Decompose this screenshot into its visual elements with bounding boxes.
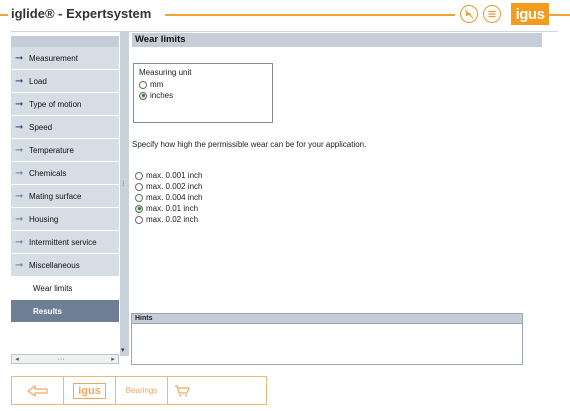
sidebar-item-label: Wear limits	[33, 283, 73, 293]
wear-prompt: Specify how high the permissible wear ca…	[132, 140, 367, 149]
bearings-label: Bearings	[125, 386, 158, 395]
list-icon[interactable]	[483, 5, 501, 23]
sidebar-item-chemicals[interactable]: ➞ Chemicals	[11, 162, 119, 185]
radio-button[interactable]	[135, 215, 143, 224]
header-rule	[165, 14, 455, 16]
wear-option[interactable]: max. 0.004 inch	[135, 192, 202, 203]
arrow-right-icon: ➞	[15, 236, 24, 248]
hints-panel: Hints	[131, 313, 523, 365]
bearings-button[interactable]: Bearings	[116, 377, 168, 404]
sidebar-item-load[interactable]: ➞ Load	[11, 70, 119, 93]
sidebar-item-label: Type of motion	[29, 99, 82, 109]
cart-button[interactable]	[168, 377, 196, 404]
sidebar-item-label: Intermittent service	[29, 237, 97, 247]
play-icon[interactable]	[460, 5, 478, 23]
header-rule	[0, 14, 8, 16]
igus-logo: igus	[511, 3, 549, 25]
sidebar-item-miscellaneous[interactable]: ➞ Miscellaneous	[11, 254, 119, 277]
sidebar-item-wear-limits[interactable]: Wear limits	[11, 277, 119, 300]
arrow-right-icon: ➞	[15, 213, 24, 225]
pane-splitter[interactable]: ⁝ ▾	[120, 31, 129, 356]
scroll-left-icon[interactable]: ◂	[12, 355, 22, 363]
radio-label: max. 0.002 inch	[146, 182, 203, 191]
radio-button[interactable]	[135, 171, 143, 180]
arrow-right-icon: ➞	[15, 167, 24, 179]
sidebar-item-measurement[interactable]: ➞ Measurement	[11, 47, 119, 70]
radio-label: max. 0.004 inch	[146, 193, 203, 202]
header-rule	[549, 14, 570, 16]
page-title: Wear limits	[132, 33, 542, 47]
sidebar-item-label: Results	[33, 306, 62, 316]
arrow-right-icon: ➞	[15, 190, 24, 202]
cart-icon	[175, 384, 190, 396]
radio-button[interactable]	[139, 91, 147, 100]
wear-option[interactable]: max. 0.001 inch	[135, 170, 202, 181]
sidebar-item-label: Measurement	[29, 53, 78, 63]
igus-home-button[interactable]: igus	[64, 377, 116, 404]
arrow-right-icon: ➞	[15, 259, 24, 271]
radio-label: inches	[150, 91, 174, 100]
app-title: iglide® - Expertsystem	[11, 6, 152, 21]
arrow-right-icon: ➞	[15, 98, 24, 110]
sidebar-item-type-of-motion[interactable]: ➞ Type of motion	[11, 93, 119, 116]
radio-label: mm	[150, 80, 164, 89]
sidebar-header	[11, 36, 119, 47]
sidebar-item-results[interactable]: Results	[11, 300, 119, 323]
radio-label: max. 0.001 inch	[146, 171, 203, 180]
sidebar-item-label: Miscellaneous	[29, 260, 80, 270]
measuring-unit-group: Measuring unit mm inches	[133, 63, 273, 123]
sidebar-item-label: Chemicals	[29, 168, 67, 178]
scroll-thumb-grip-icon[interactable]: ···	[56, 355, 66, 363]
back-arrow-icon	[26, 384, 48, 397]
unit-option-inches[interactable]: inches	[139, 90, 267, 101]
wear-option[interactable]: max. 0.01 inch	[135, 203, 202, 214]
sidebar-item-housing[interactable]: ➞ Housing	[11, 208, 119, 231]
sidebar-horizontal-scrollbar[interactable]: ◂ ··· ▸	[11, 354, 119, 364]
igus-logo: igus	[73, 382, 106, 399]
sidebar-item-intermittent-service[interactable]: ➞ Intermittent service	[11, 231, 119, 254]
hints-header: Hints	[132, 314, 522, 324]
radio-label: max. 0.02 inch	[146, 215, 199, 224]
measuring-unit-legend: Measuring unit	[139, 68, 192, 77]
scroll-right-icon[interactable]: ▸	[108, 355, 118, 363]
app-header: iglide® - Expertsystem igus	[0, 0, 570, 30]
sidebar-item-label: Speed	[29, 122, 53, 132]
arrow-right-icon: ➞	[15, 121, 24, 133]
wear-option[interactable]: max. 0.002 inch	[135, 181, 202, 192]
radio-button[interactable]	[135, 193, 143, 202]
wear-option[interactable]: max. 0.02 inch	[135, 214, 202, 225]
scroll-down-icon[interactable]: ▾	[121, 346, 125, 354]
sidebar-item-label: Housing	[29, 214, 59, 224]
radio-button[interactable]	[139, 80, 147, 89]
wear-limit-options: max. 0.001 inch max. 0.002 inch max. 0.0…	[135, 170, 202, 225]
sidebar-nav: ➞ Measurement ➞ Load ➞ Type of motion ➞ Spee…	[11, 47, 119, 323]
arrow-right-icon: ➞	[15, 52, 24, 64]
radio-button[interactable]	[135, 204, 143, 213]
sidebar-item-label: Mating surface	[29, 191, 82, 201]
radio-label: max. 0.01 inch	[146, 204, 199, 213]
bottom-toolbar: igus Bearings	[11, 376, 267, 405]
arrow-right-icon: ➞	[15, 144, 24, 156]
radio-button[interactable]	[135, 182, 143, 191]
sidebar-item-mating-surface[interactable]: ➞ Mating surface	[11, 185, 119, 208]
back-button[interactable]	[12, 377, 64, 404]
arrow-right-icon: ➞	[15, 75, 24, 87]
sidebar-item-label: Temperature	[29, 145, 74, 155]
unit-option-mm[interactable]: mm	[139, 79, 267, 90]
sidebar-item-temperature[interactable]: ➞ Temperature	[11, 139, 119, 162]
sidebar-item-label: Load	[29, 76, 47, 86]
splitter-grip-icon[interactable]: ⁝	[122, 179, 125, 188]
sidebar-item-speed[interactable]: ➞ Speed	[11, 116, 119, 139]
